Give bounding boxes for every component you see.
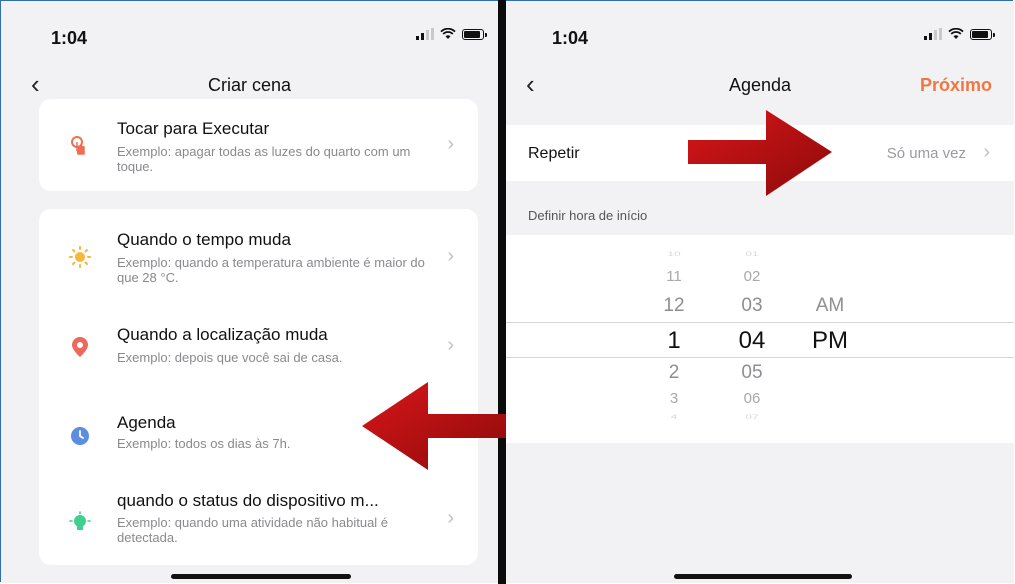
ampm-option: AM — [815, 295, 845, 316]
battery-icon — [970, 28, 995, 40]
list-item-location[interactable]: Quando a localização muda Exemplo: depoi… — [39, 305, 478, 391]
list-item-tap-to-run[interactable]: Tocar para Executar Exemplo: apagar toda… — [39, 99, 478, 191]
minute-option: 03 — [741, 295, 763, 316]
trigger-card-manual: Tocar para Executar Exemplo: apagar toda… — [39, 99, 478, 191]
wifi-icon — [948, 28, 964, 39]
item-subtitle: Exemplo: apagar todas as luzes do quarto… — [117, 144, 411, 174]
minute-option: 05 — [741, 362, 763, 383]
hour-option: 4 — [670, 413, 678, 421]
sun-icon — [69, 246, 91, 268]
status-time: 1:04 — [51, 28, 88, 48]
minute-selected: 04 — [738, 327, 766, 354]
item-title: Quando o tempo muda — [117, 230, 291, 249]
hour-selected: 1 — [667, 327, 681, 354]
minute-option: 02 — [743, 268, 761, 285]
status-icons — [416, 28, 487, 40]
item-title: quando o status do dispositivo m... — [117, 491, 379, 510]
hour-option: 3 — [669, 390, 679, 407]
chevron-right-icon: › — [983, 141, 990, 163]
item-title: Quando a localização muda — [117, 325, 328, 344]
home-indicator — [171, 574, 351, 579]
page-title: Criar cena — [207, 75, 292, 95]
home-indicator — [674, 574, 852, 579]
time-picker[interactable]: 10 11 12 1 2 3 4 01 02 03 04 05 06 07 AM… — [506, 235, 1014, 443]
hour-option: 12 — [663, 295, 685, 316]
next-button[interactable]: Próximo — [920, 75, 992, 96]
hour-option: 2 — [668, 362, 680, 383]
status-icons — [924, 28, 995, 40]
signal-icon — [416, 28, 434, 40]
list-item-device-status[interactable]: quando o status do dispositivo m... Exem… — [39, 479, 478, 565]
schedule-screen: 1:04 ‹ Agenda Próximo Repetir Só uma vez… — [506, 1, 1014, 583]
item-title: Tocar para Executar — [117, 119, 270, 138]
clock-icon — [69, 425, 91, 447]
item-subtitle: Exemplo: depois que você sai de casa. — [117, 350, 343, 365]
create-scene-screen: 1:04 ‹ Criar cena Tocar para Executar Ex… — [1, 1, 498, 583]
tap-icon — [69, 135, 91, 157]
start-time-section-label: Definir hora de início — [528, 208, 648, 223]
minute-option: 06 — [743, 390, 761, 407]
device-icon — [69, 511, 91, 533]
hour-option: 10 — [667, 250, 681, 258]
chevron-right-icon: › — [447, 334, 454, 356]
minute-option: 07 — [745, 413, 759, 421]
repeat-label: Repetir — [528, 145, 580, 162]
chevron-right-icon: › — [447, 133, 454, 155]
hour-option: 11 — [666, 268, 682, 285]
list-item-weather[interactable]: Quando o tempo muda Exemplo: quando a te… — [39, 209, 478, 297]
chevron-right-icon: › — [447, 245, 454, 267]
item-subtitle: Exemplo: quando a temperatura ambiente é… — [117, 255, 425, 285]
status-time: 1:04 — [552, 28, 589, 48]
item-subtitle: Exemplo: quando uma atividade não habitu… — [117, 515, 389, 545]
item-title: Agenda — [117, 413, 176, 432]
chevron-right-icon: › — [447, 507, 454, 529]
battery-icon — [462, 28, 487, 40]
repeat-value: Só uma vez — [886, 145, 966, 162]
location-pin-icon — [69, 336, 91, 358]
annotation-arrow-left-icon — [362, 382, 506, 470]
signal-icon — [924, 28, 942, 40]
screen-divider — [498, 0, 506, 584]
minute-option: 01 — [745, 250, 759, 258]
ampm-selected: PM — [812, 327, 848, 354]
wifi-icon — [440, 28, 456, 39]
annotation-arrow-right-icon — [688, 110, 832, 196]
